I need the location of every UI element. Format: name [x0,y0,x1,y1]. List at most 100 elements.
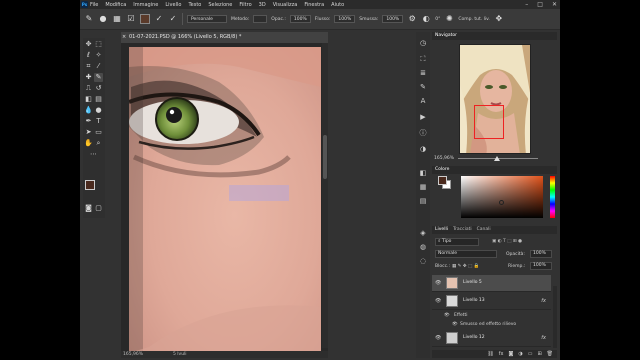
effects-eye-icon[interactable]: 👁 [444,313,450,318]
dodge-tool-icon[interactable]: ● [94,106,103,115]
blend-mode-select[interactable]: Normale [435,250,497,258]
angle-icon[interactable]: ◐ [421,14,431,24]
quick-mask-icon[interactable]: ◙ [84,204,93,213]
layer-filter-select[interactable]: ⌕ Tipo [435,238,479,246]
canvas[interactable] [129,47,321,353]
vertical-scrollbar[interactable] [322,43,328,348]
menu-modifica[interactable]: Modifica [105,2,126,8]
effect-eye-icon[interactable]: 👁 [452,322,458,327]
maximize-icon[interactable]: □ [537,0,543,9]
pen-tool-icon[interactable]: ✒ [84,117,93,126]
menu-3d[interactable]: 3D [259,2,266,8]
layer-name[interactable]: Livello 12 [463,335,485,340]
brush-settings-icon[interactable]: ▦ [112,14,122,24]
brush-tool-icon[interactable]: ✎ [84,14,94,24]
airbrush-icon[interactable]: ✺ [444,14,454,24]
layer-row[interactable]: 👁 Livello 12 fx [432,330,551,347]
swatches-icon[interactable]: ▦ [418,182,428,192]
path-selection-icon[interactable]: ➤ [84,128,93,137]
clone-stamp-icon[interactable]: ⎍ [84,84,93,93]
fx-icon[interactable]: fx [541,298,546,304]
info-icon[interactable]: ⓘ [418,128,428,138]
foreground-color[interactable] [85,180,95,190]
eraser-icon[interactable]: ◧ [84,95,93,104]
menu-immagine[interactable]: Immagine [133,2,158,8]
menu-selezione[interactable]: Selezione [208,2,232,8]
lock-icons[interactable]: ▦ ✎ ✥ ⬚ 🔒 [452,264,502,269]
gradient-icon[interactable]: ▤ [94,95,103,104]
brush-tool-icon[interactable]: ✎ [94,73,103,82]
doc-info[interactable]: 5 lvuli [173,351,187,358]
effects-label[interactable]: Effetti [454,313,468,318]
gradients-icon[interactable]: ▤ [418,196,428,206]
add-mask-icon[interactable]: ◙ [508,350,513,358]
symmetry-icon[interactable]: ✥ [494,14,504,24]
lasso-tool-icon[interactable]: ℓ [84,51,93,60]
eye-icon[interactable]: 👁 [435,335,441,341]
layer-filter-icons[interactable]: ▣ ◐ T ⬚ ⊞ ● [492,239,552,244]
eyedropper-icon[interactable]: ⁄ [94,62,103,71]
actions-icon[interactable]: ▶ [418,112,428,122]
color-panel-icon[interactable]: ◧ [418,168,428,178]
menu-testo[interactable]: Testo [188,2,201,8]
navigator-zoom-value[interactable]: 165,96% [434,156,454,161]
history-icon[interactable]: ◷ [418,38,428,48]
healing-brush-icon[interactable]: ✚ [84,73,93,82]
blur-tool-icon[interactable]: 💧 [84,106,93,115]
menu-finestra[interactable]: Finestra [304,2,324,8]
pressure-opacity-icon[interactable]: ✓ [154,14,164,24]
fill-input[interactable]: 100% [530,262,552,270]
adjustments-icon[interactable]: ◑ [418,144,428,154]
link-layers-icon[interactable]: ⛓ [487,350,493,358]
tab-paths[interactable]: Tracciati [453,226,472,234]
effect-item[interactable]: Smusso ed effetto rilievo [460,322,516,327]
channels-icon[interactable]: ◍ [418,242,428,252]
color-picker-ring[interactable] [499,200,504,205]
pressure-size-icon[interactable]: ✓ [168,14,178,24]
tab-navigator[interactable]: Navigator [435,32,457,40]
color-foreground[interactable] [438,176,447,185]
opacity-input[interactable]: 100% [289,15,311,23]
tab-color[interactable]: Colore [435,166,449,174]
layer-row[interactable]: 👁 Livello 13 fx [432,293,551,310]
hue-slider[interactable] [550,176,555,218]
fx-icon[interactable]: fx [541,335,546,341]
angle-value[interactable]: 0° [435,17,440,22]
navigator-icon[interactable]: ⛶ [418,54,428,64]
menu-livello[interactable]: Livello [165,2,181,8]
brush-preset-select[interactable]: Personale [187,15,227,23]
layers-panel-icon[interactable]: ◈ [418,228,428,238]
menu-visualizza[interactable]: Visualizza [273,2,298,8]
new-group-icon[interactable]: ▭ [528,350,533,358]
menu-file[interactable]: File [90,2,98,8]
add-style-icon[interactable]: fx [499,350,504,358]
properties-icon[interactable]: ≣ [418,68,428,78]
eye-icon[interactable]: 👁 [435,280,441,286]
zoom-readout[interactable]: 165,96% [123,352,143,357]
magic-wand-icon[interactable]: ✧ [94,51,103,60]
adjustment-layer-icon[interactable]: ◑ [518,350,522,358]
navigator-preview[interactable] [459,44,531,154]
paths-icon[interactable]: ◌ [418,256,428,266]
artboard-tool-icon[interactable]: ⬚ [94,40,103,49]
brush-color-swatch[interactable] [140,14,150,24]
scroll-thumb[interactable] [323,135,327,179]
shape-tool-icon[interactable]: ▭ [94,128,103,137]
layer-row[interactable]: 👁 Livello 5 [432,275,551,292]
brush-panel-icon[interactable]: ✎ [418,82,428,92]
layer-name[interactable]: Livello 13 [463,298,485,303]
tab-channels[interactable]: Canali [477,226,491,234]
close-icon[interactable]: ✕ [552,0,557,9]
settings-icon[interactable]: ⚙ [407,14,417,24]
menu-aiuto[interactable]: Aiuto [331,2,344,8]
type-tool-icon[interactable]: T [94,117,103,126]
tab-layers[interactable]: Livelli [435,226,448,234]
eye-icon[interactable]: 👁 [435,298,441,304]
zoom-slider-knob[interactable] [494,156,500,161]
document-tab[interactable]: × 01-07-2021.PSD @ 166% (Livello 5, RGB/… [121,32,328,43]
flow-input[interactable]: 100% [334,15,356,23]
type-panel-icon[interactable]: A [418,96,428,106]
layer-name[interactable]: Livello 5 [463,280,482,285]
mode-icon[interactable]: ☑ [126,14,136,24]
menu-filtro[interactable]: Filtro [239,2,251,8]
